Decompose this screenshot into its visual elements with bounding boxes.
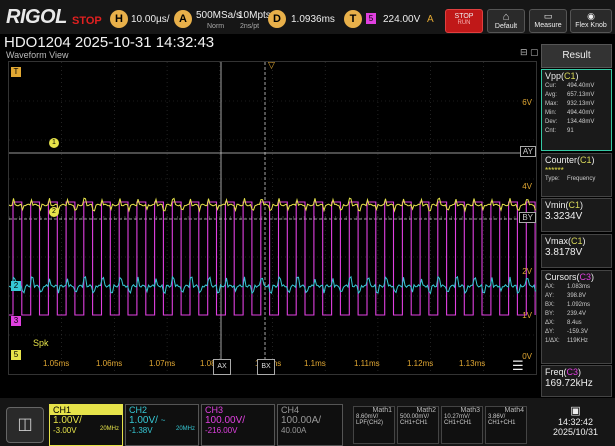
flex-knob-button[interactable]: ◉ Flex Knob [570, 9, 612, 33]
acquire-knob-icon[interactable]: A [174, 10, 192, 28]
trigger-source-badge: 5 [366, 13, 376, 24]
menu-collapse-icon[interactable]: ☰ [512, 358, 524, 374]
measure-icon: ▭ [543, 11, 553, 21]
time-axis-label: 1.05ms [43, 359, 70, 368]
trigger-knob-icon[interactable]: T [344, 10, 362, 28]
ac-coupling-icon: ~ [160, 416, 166, 425]
time-axis-label: 1.13ms [459, 359, 486, 368]
clock-time: 14:32:42 [557, 417, 594, 427]
vmin-card[interactable]: Vmin(C1) 3.3234V [541, 198, 612, 232]
result-header[interactable]: Result [541, 44, 612, 68]
volt-label-4v: 4V [522, 182, 532, 191]
sample-rate[interactable]: 500MSa/s [196, 10, 241, 21]
trigger-edge-icon: A [427, 14, 434, 25]
device-title: HDO1204 2025-10-31 14:32:43 [4, 34, 215, 51]
measure-button[interactable]: ▭ Measure [529, 9, 567, 33]
volt-label-0v: 0V [522, 352, 532, 361]
run-state-indicator: STOP [72, 15, 102, 27]
time-axis-label: 1.07ms [149, 359, 176, 368]
cursor-ay-tag[interactable]: AY [519, 146, 536, 157]
ch1-panel[interactable]: CH1 1.00V/ -3.00V 20MHz [49, 404, 123, 446]
acquire-mode: Norm [207, 23, 225, 30]
trigger-point-icon: ▽ [268, 60, 275, 70]
ch2-waveform [9, 275, 536, 295]
default-button[interactable]: ⌂ Default [487, 9, 525, 33]
counter-card[interactable]: Counter(C1) ****** Type: Frequency [541, 153, 612, 197]
vmax-card[interactable]: Vmax(C1) 3.8178V [541, 234, 612, 268]
trigger-level[interactable]: 224.00V [383, 14, 420, 25]
vmin-value: 3.3234V [545, 211, 583, 222]
cursors-card[interactable]: Cursors(C3) AX: 1.083ms AY: 398.8V BX: 1.09… [541, 270, 612, 364]
time-axis-label: 1.11ms [354, 359, 380, 368]
ch2-panel[interactable]: CH2 1.00V/ ~ -1.38V 20MHz [125, 404, 199, 446]
math1-panel[interactable]: Math1 8.60mV/LPF(CH2) [353, 406, 395, 444]
cursor-by-tag[interactable]: BY [519, 212, 536, 223]
cursor-ax-tag[interactable]: AX [213, 359, 231, 375]
waveform-grid [9, 62, 536, 374]
delay-knob-icon[interactable]: D [268, 10, 286, 28]
waveform-area[interactable]: 6V AY 4V BY 2V 1V 0V T 1 2 2 3 5 Spk ▽ 1… [8, 60, 537, 375]
math4-panel[interactable]: Math4 3.86V/CH1+CH1 [485, 406, 527, 444]
math3-panel[interactable]: Math3 10.27mV/CH1+CH1 [441, 406, 483, 444]
ch1-waveform [9, 197, 536, 213]
flex-knob-icon: ◉ [587, 11, 595, 21]
ch3-panel[interactable]: CH3 100.00V/ -216.00V [201, 404, 275, 446]
ch1-trace [9, 197, 536, 213]
cursor-marker-1[interactable]: 1 [49, 138, 59, 148]
math2-panel[interactable]: Math2 500.00mV/CH1+CH1 [397, 406, 439, 444]
rigol-logo: RIGOL [6, 6, 67, 28]
cursor-marker-2[interactable]: 2 [49, 207, 59, 217]
clock-icon: ▣ [570, 405, 581, 417]
waveform-view-label: Waveform View [6, 50, 69, 60]
ch2-trace [9, 275, 536, 295]
vmax-value: 3.8178V [545, 247, 583, 258]
spk-label: Spk [33, 338, 49, 348]
clock: ▣ 14:32:42 2025/10/31 [541, 404, 610, 444]
time-axis-label: 1.06ms [96, 359, 123, 368]
ch2-offset-marker[interactable]: 2 [11, 281, 21, 291]
freq-card[interactable]: Freq(C3) 169.72kHz [541, 365, 612, 397]
window-controls-icon[interactable]: ⊟ ▢ [520, 47, 539, 58]
volt-label-2v: 2V [522, 267, 532, 276]
time-axis-label: 1.12ms [407, 359, 434, 368]
vpp-measure-card[interactable]: Vpp(C1) Cur: 494.40mV Avg: 657.13mV Max: 93… [541, 69, 612, 151]
clock-date: 2025/10/31 [552, 427, 599, 437]
trigger-position-marker[interactable]: T [11, 67, 21, 77]
home-menu-icon[interactable]: ◫ [6, 407, 44, 443]
resolution: 2ns/pt [240, 23, 260, 30]
run-stop-button[interactable]: STOP RUN [445, 9, 483, 33]
freq-value: 169.72kHz [545, 378, 593, 389]
ch4-panel[interactable]: CH4 100.00A/ 40.00A [277, 404, 343, 446]
ch5-offset-marker[interactable]: 5 [11, 350, 21, 360]
time-axis-label: 1.1ms [304, 359, 326, 368]
ch3-offset-marker[interactable]: 3 [11, 316, 21, 326]
volt-label-6v: 6V [522, 98, 532, 107]
volt-label-1v: 1V [522, 311, 532, 320]
delay-value[interactable]: 1.0936ms [291, 14, 335, 25]
memory-depth: 10Mpts [238, 10, 271, 21]
horizontal-knob-icon[interactable]: H [110, 10, 128, 28]
counter-value: ****** [545, 166, 564, 175]
timebase-value[interactable]: 10.00µs/ [131, 14, 170, 25]
cursor-bx-tag[interactable]: BX [257, 359, 275, 375]
